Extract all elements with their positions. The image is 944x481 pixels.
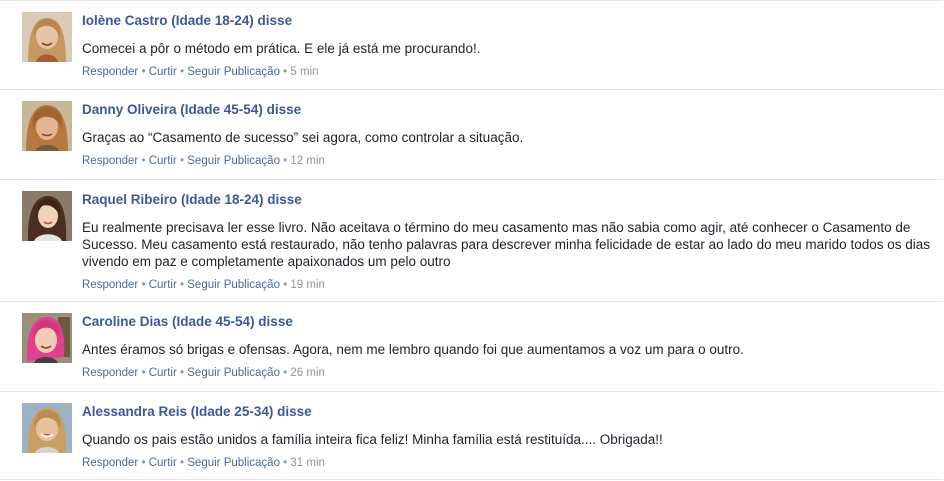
avatar[interactable] (22, 101, 72, 151)
comment-author[interactable]: Raquel Ribeiro (Idade 18-24) disse (82, 192, 302, 208)
comment-timestamp: 26 min (290, 367, 325, 379)
separator-dot: • (180, 457, 185, 469)
separator-dot: • (283, 457, 288, 469)
follow-post-link[interactable]: Seguir Publicação (187, 367, 280, 379)
comment-timestamp: 12 min (290, 155, 325, 167)
reply-link[interactable]: Responder (82, 66, 138, 78)
avatar[interactable] (22, 191, 72, 241)
comment-timestamp: 31 min (290, 457, 325, 469)
separator-dot: • (283, 279, 288, 291)
separator-dot: • (283, 66, 288, 78)
reply-link[interactable]: Responder (82, 155, 138, 167)
comment-text: Eu realmente precisava ler esse livro. N… (82, 220, 930, 269)
reply-link[interactable]: Responder (82, 279, 138, 291)
separator-dot: • (180, 279, 185, 291)
comment-item: Danny Oliveira (Idade 45-54) disse Graça… (0, 90, 943, 180)
separator-dot: • (180, 155, 185, 167)
comment-actions: Responder • Curtir • Seguir Publicação •… (82, 456, 933, 470)
comment-timestamp: 5 min (290, 66, 319, 78)
like-link[interactable]: Curtir (149, 457, 177, 469)
separator-dot: • (141, 279, 146, 291)
comment-item: Caroline Dias (Idade 45-54) disse Antes … (0, 302, 943, 392)
comment-author[interactable]: Caroline Dias (Idade 45-54) disse (82, 314, 293, 330)
separator-dot: • (283, 155, 288, 167)
comment-item: Alessandra Reis (Idade 25-34) disse Quan… (0, 392, 943, 480)
separator-dot: • (141, 66, 146, 78)
comment-author[interactable]: Danny Oliveira (Idade 45-54) disse (82, 102, 301, 118)
separator-dot: • (180, 66, 185, 78)
follow-post-link[interactable]: Seguir Publicação (187, 155, 280, 167)
avatar[interactable] (22, 313, 72, 363)
comment-actions: Responder • Curtir • Seguir Publicação •… (82, 65, 933, 79)
follow-post-link[interactable]: Seguir Publicação (187, 66, 280, 78)
like-link[interactable]: Curtir (149, 279, 177, 291)
comment-author[interactable]: Alessandra Reis (Idade 25-34) disse (82, 404, 312, 420)
separator-dot: • (141, 155, 146, 167)
avatar[interactable] (22, 12, 72, 62)
follow-post-link[interactable]: Seguir Publicação (187, 279, 280, 291)
comment-text: Graças ao “Casamento de sucesso” sei ago… (82, 130, 524, 145)
like-link[interactable]: Curtir (149, 66, 177, 78)
comment-author[interactable]: Iolène Castro (Idade 18-24) disse (82, 13, 292, 29)
comment-item: Raquel Ribeiro (Idade 18-24) disse Eu re… (0, 180, 943, 302)
like-link[interactable]: Curtir (149, 155, 177, 167)
separator-dot: • (141, 367, 146, 379)
separator-dot: • (141, 457, 146, 469)
like-link[interactable]: Curtir (149, 367, 177, 379)
comment-list: Iolène Castro (Idade 18-24) disse Comece… (0, 0, 943, 480)
comment-text: Quando os pais estão unidos a família in… (82, 432, 663, 447)
comment-actions: Responder • Curtir • Seguir Publicação •… (82, 154, 933, 168)
comment-item: Iolène Castro (Idade 18-24) disse Comece… (0, 0, 943, 90)
comment-actions: Responder • Curtir • Seguir Publicação •… (82, 366, 933, 380)
comment-timestamp: 19 min (290, 279, 325, 291)
separator-dot: • (283, 367, 288, 379)
comment-text: Comecei a pôr o método em prática. E ele… (82, 41, 481, 56)
comment-actions: Responder • Curtir • Seguir Publicação •… (82, 278, 933, 292)
separator-dot: • (180, 367, 185, 379)
reply-link[interactable]: Responder (82, 457, 138, 469)
reply-link[interactable]: Responder (82, 367, 138, 379)
avatar[interactable] (22, 403, 72, 453)
follow-post-link[interactable]: Seguir Publicação (187, 457, 280, 469)
comment-text: Antes éramos só brigas e ofensas. Agora,… (82, 342, 744, 357)
